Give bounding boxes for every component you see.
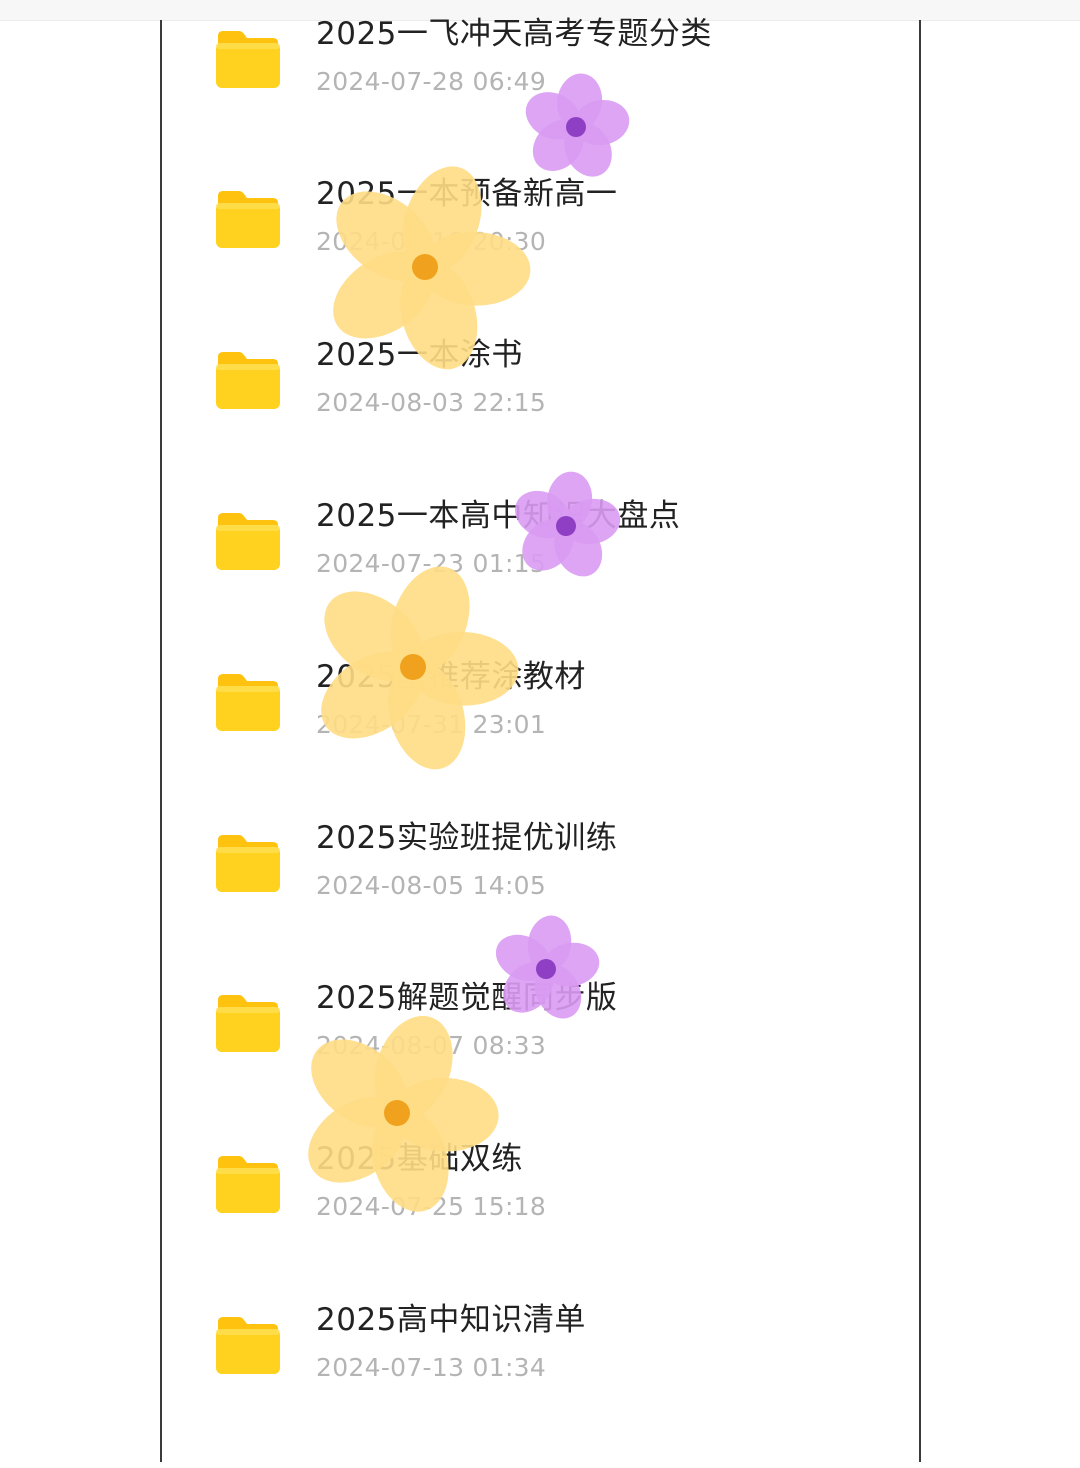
file-date: 2024-07-31 23:01 xyxy=(316,710,547,739)
file-name: 2025一本涂书 xyxy=(316,337,523,373)
file-row[interactable]: 2025解题觉醒同步版 2024-08-07 08:33 xyxy=(162,964,919,1124)
file-date: 2024-08-05 14:05 xyxy=(316,871,547,900)
screenshot-stage: 2025一飞冲天高考专题分类 2024-07-28 06:49 2025一本预备… xyxy=(0,0,1080,1468)
folder-icon xyxy=(214,1153,282,1215)
file-name: 2025星推荐涂教材 xyxy=(316,659,586,695)
file-row[interactable]: 2025一本高中知识大盘点 2024-07-23 01:15 xyxy=(162,482,919,642)
file-date: 2024-07-28 06:49 xyxy=(316,67,547,96)
file-date: 2024-07-25 15:18 xyxy=(316,1192,547,1221)
file-name: 2025一飞冲天高考专题分类 xyxy=(316,16,712,52)
file-name: 2025一本预备新高一 xyxy=(316,176,618,212)
folder-icon xyxy=(214,28,282,90)
file-name: 2025高中知识清单 xyxy=(316,1302,586,1338)
file-row[interactable]: 2025实验班提优训练 2024-08-05 14:05 xyxy=(162,804,919,964)
file-date: 2024-08-03 22:15 xyxy=(316,388,547,417)
file-date: 2024-07-13 01:34 xyxy=(316,1353,547,1382)
folder-icon xyxy=(214,832,282,894)
file-name: 2025基础双练 xyxy=(316,1141,523,1177)
file-name: 2025解题觉醒同步版 xyxy=(316,980,618,1016)
folder-icon xyxy=(214,1314,282,1376)
folder-icon xyxy=(214,510,282,572)
file-date: 2024-07-23 01:15 xyxy=(316,549,547,578)
folder-icon xyxy=(214,671,282,733)
file-name: 2025实验班提优训练 xyxy=(316,820,618,856)
file-name: 2025一本高中知识大盘点 xyxy=(316,498,681,534)
file-date: 2024-07-18 20:30 xyxy=(316,227,547,256)
file-row[interactable]: 2025高中知识清单 2024-07-13 01:34 xyxy=(162,1286,919,1446)
file-row[interactable]: 2025一本预备新高一 2024-07-18 20:30 xyxy=(162,160,919,320)
file-row[interactable]: 2025基础双练 2024-07-25 15:18 xyxy=(162,1125,919,1285)
file-row[interactable]: 2025一本涂书 2024-08-03 22:15 xyxy=(162,321,919,481)
file-list: 2025一飞冲天高考专题分类 2024-07-28 06:49 2025一本预备… xyxy=(162,0,919,1468)
folder-icon xyxy=(214,349,282,411)
file-date: 2024-08-07 08:33 xyxy=(316,1031,547,1060)
folder-icon xyxy=(214,188,282,250)
file-row[interactable]: 2025星推荐涂教材 2024-07-31 23:01 xyxy=(162,643,919,803)
frame-line-right xyxy=(919,20,921,1462)
file-row[interactable]: 2025一飞冲天高考专题分类 2024-07-28 06:49 xyxy=(162,0,919,160)
folder-icon xyxy=(214,992,282,1054)
